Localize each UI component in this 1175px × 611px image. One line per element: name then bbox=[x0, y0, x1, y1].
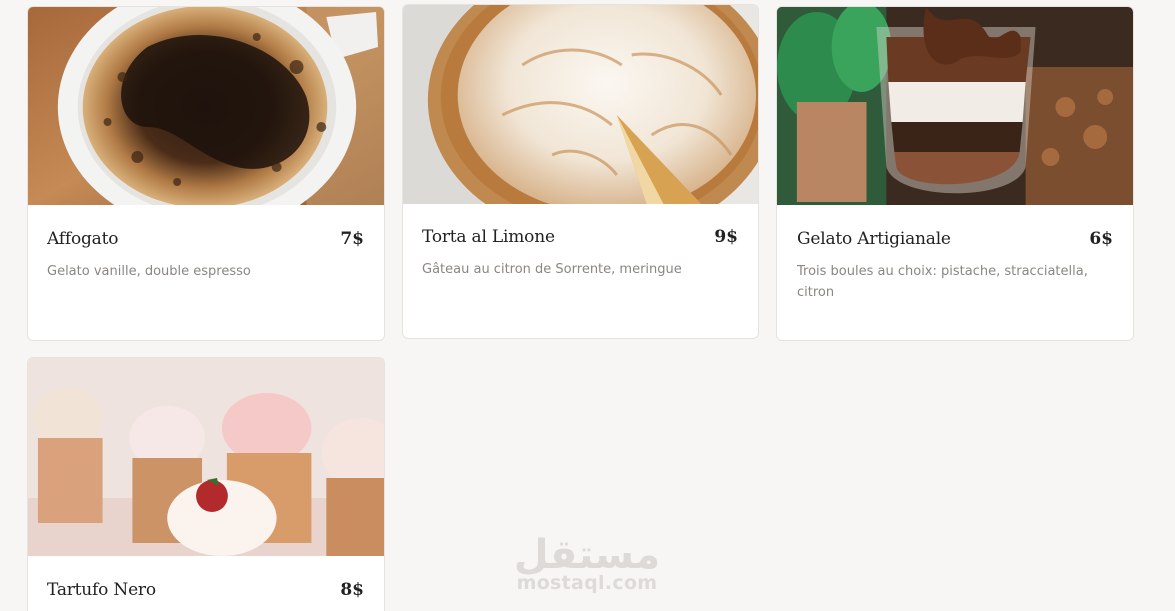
item-price: 6$ bbox=[1089, 229, 1113, 249]
item-title: Affogato bbox=[47, 229, 119, 249]
menu-card-gelato-artigianale[interactable]: Gelato Artigianale 6$ Trois boules au ch… bbox=[776, 6, 1134, 341]
mostaql-watermark: مستقل mostaql.com bbox=[512, 528, 662, 594]
menu-card-affogato[interactable]: Affogato 7$ Gelato vanille, double espre… bbox=[27, 6, 385, 341]
item-title: Torta al Limone bbox=[422, 227, 555, 247]
item-description: Gelato vanille, double espresso bbox=[47, 264, 251, 279]
item-description: Gâteau au citron de Sorrente, meringue bbox=[422, 262, 682, 277]
item-title: Tartufo Nero bbox=[47, 580, 156, 600]
cupcakes-photo bbox=[28, 358, 384, 556]
item-price: 7$ bbox=[340, 229, 364, 249]
item-title: Gelato Artigianale bbox=[797, 229, 951, 249]
menu-card-torta-al-limone[interactable]: Torta al Limone 9$ Gâteau au citron de S… bbox=[402, 4, 759, 339]
espresso-cup-photo bbox=[28, 7, 384, 205]
item-price: 8$ bbox=[340, 580, 364, 600]
item-description: Trois boules au choix: pistache, stracci… bbox=[797, 264, 1088, 300]
watermark-arabic-text: مستقل bbox=[514, 532, 660, 576]
mostaql-logo: مستقل bbox=[512, 528, 662, 576]
lemon-meringue-pie-photo bbox=[403, 5, 758, 204]
item-price: 9$ bbox=[714, 227, 738, 247]
menu-card-tartufo-nero[interactable]: Tartufo Nero 8$ bbox=[27, 357, 385, 611]
gelato-glass-photo bbox=[777, 7, 1133, 205]
